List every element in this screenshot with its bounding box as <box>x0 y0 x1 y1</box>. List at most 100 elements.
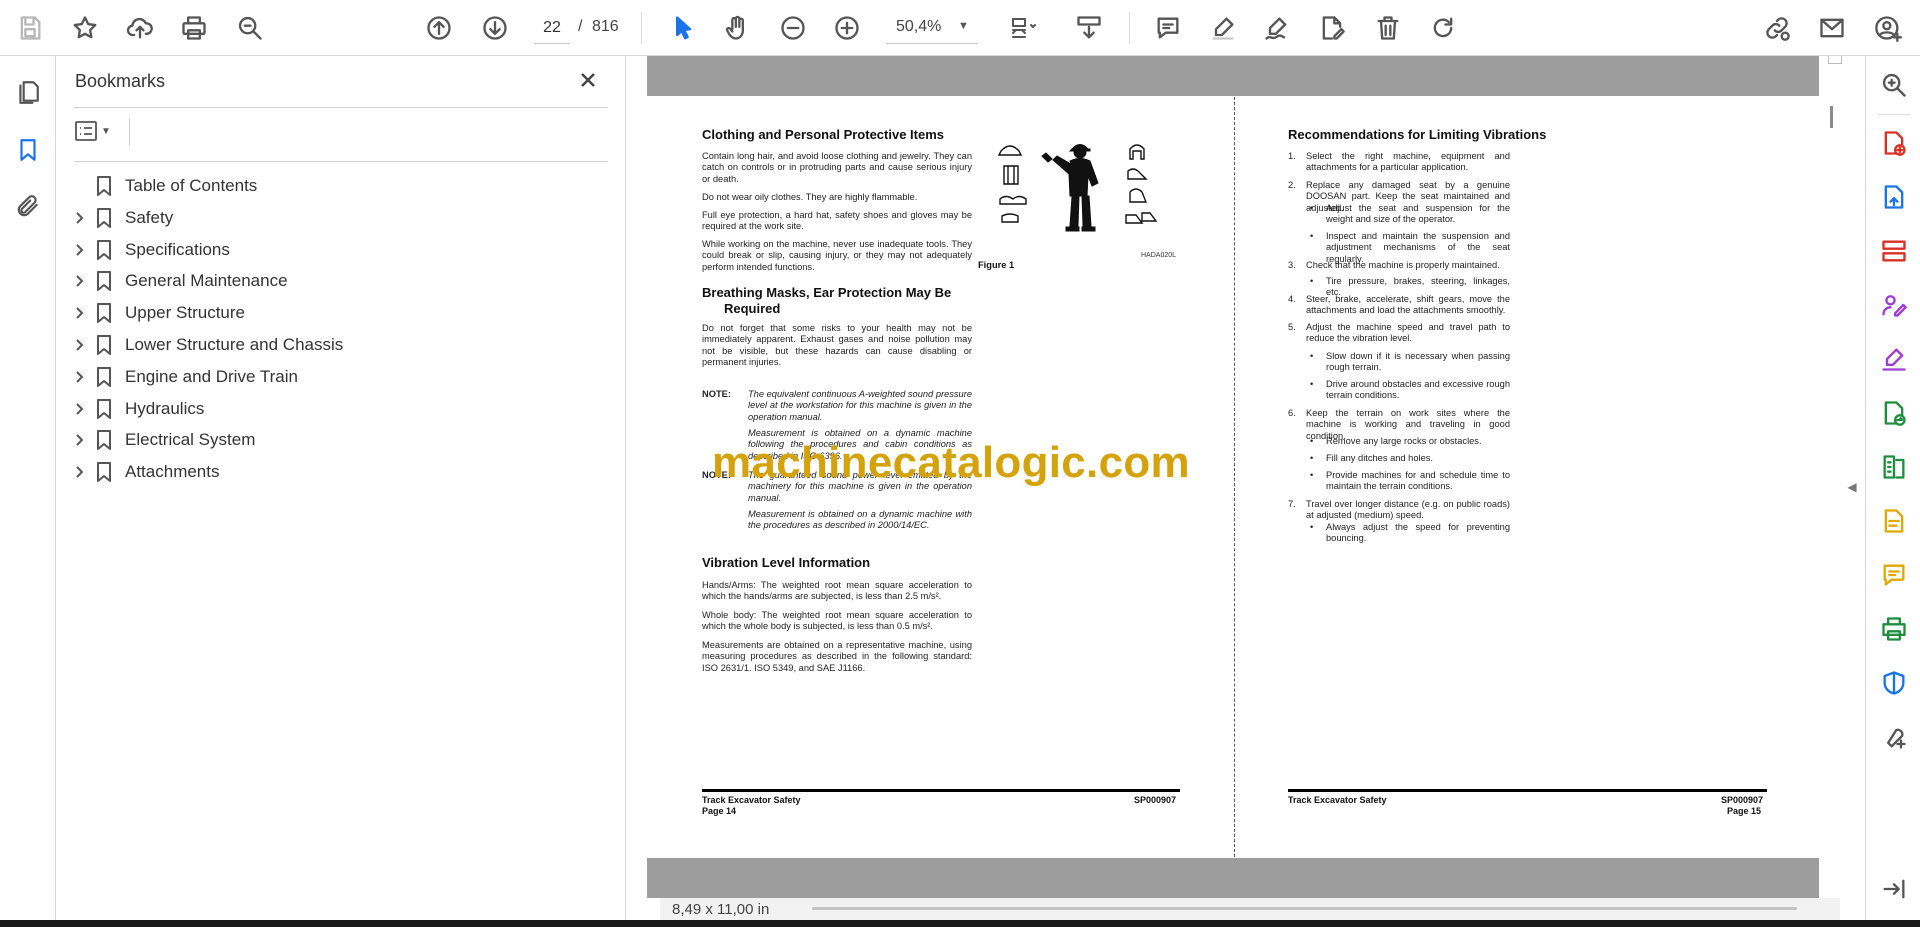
compare-files-icon[interactable] <box>1877 450 1911 484</box>
paragraph: While working on the machine, never use … <box>702 239 972 272</box>
email-icon[interactable] <box>1814 10 1850 46</box>
comment-icon[interactable] <box>1150 10 1186 46</box>
select-cursor-icon[interactable] <box>665 10 701 46</box>
zoom-magnifier-icon[interactable] <box>1877 68 1911 102</box>
share-link-icon[interactable] <box>1759 10 1795 46</box>
chevron-right-icon[interactable] <box>72 370 88 386</box>
bookmark-icon <box>96 270 112 292</box>
chevron-right-icon[interactable] <box>72 211 88 227</box>
left-navigation-rail <box>0 56 56 920</box>
chevron-right-icon[interactable] <box>72 402 88 418</box>
bookmark-item[interactable]: Hydraulics <box>56 392 616 428</box>
close-icon[interactable] <box>574 66 602 94</box>
list-item: Steer, brake, accelerate, shift gears, m… <box>1306 294 1510 316</box>
upload-icon[interactable] <box>122 10 158 46</box>
vertical-scrollbar[interactable] <box>1828 56 1842 898</box>
bookmark-item[interactable]: Lower Structure and Chassis <box>56 328 616 364</box>
zoom-dropdown[interactable]: 50,4% ▼ <box>886 12 978 44</box>
page-thumbnails-icon[interactable] <box>10 74 46 110</box>
chevron-right-icon[interactable] <box>72 243 88 259</box>
list-bullet: • <box>1310 351 1314 361</box>
list-number: 6. <box>1288 408 1296 418</box>
expand-panel-icon[interactable] <box>1877 872 1911 906</box>
section-heading-continued: Required <box>724 301 781 316</box>
bookmark-item[interactable]: Table of Contents <box>56 169 616 205</box>
zoom-search-icon[interactable] <box>232 10 268 46</box>
list-item: Remove any large rocks or obstacles. <box>1326 436 1482 446</box>
comment-tool-icon[interactable] <box>1877 558 1911 592</box>
bookmarks-title: Bookmarks <box>75 71 166 91</box>
rotate-icon[interactable] <box>1425 10 1461 46</box>
bookmark-label: Safety <box>125 207 174 227</box>
bookmark-item[interactable]: General Maintenance <box>56 264 616 300</box>
attachments-icon[interactable] <box>10 188 46 224</box>
bookmark-item[interactable]: Electrical System <box>56 423 616 459</box>
bookmark-icon <box>96 334 112 356</box>
bookmark-item[interactable]: Attachments <box>56 455 616 491</box>
page-up-icon[interactable] <box>421 10 457 46</box>
main-toolbar: / 816 50,4% ▼ <box>0 0 1920 56</box>
protect-icon[interactable] <box>1877 666 1911 700</box>
bookmarks-panel: Bookmarks ▼ Table of Contents Safety Speci… <box>56 56 626 920</box>
sign-icon[interactable] <box>1259 10 1295 46</box>
organize-pages-icon[interactable] <box>1877 234 1911 268</box>
page-down-icon[interactable] <box>477 10 513 46</box>
bookmark-item[interactable]: Upper Structure <box>56 296 616 332</box>
list-number: 3. <box>1288 260 1296 270</box>
edit-pdf-icon[interactable] <box>1314 10 1350 46</box>
page-number-input[interactable] <box>534 12 570 44</box>
chevron-right-icon[interactable] <box>72 338 88 354</box>
scroll-mode-icon[interactable] <box>1069 10 1109 46</box>
list-item: Travel over longer distance (e.g. on pub… <box>1306 499 1510 521</box>
list-number: 4. <box>1288 294 1296 304</box>
save-icon[interactable] <box>12 10 48 46</box>
export-pdf-icon[interactable] <box>1877 180 1911 214</box>
print-icon[interactable] <box>176 10 212 46</box>
section-heading: Recommendations for Limiting Vibrations <box>1288 127 1547 142</box>
footer-title: Track Excavator Safety <box>1288 795 1387 805</box>
account-icon[interactable] <box>1870 10 1906 46</box>
chevron-down-icon: ▼ <box>958 20 969 32</box>
create-pdf-icon[interactable] <box>1877 126 1911 160</box>
bookmark-item[interactable]: Specifications <box>56 233 616 269</box>
bookmark-label: Table of Contents <box>125 176 258 195</box>
scan-ocr-icon[interactable] <box>1877 504 1911 538</box>
fill-sign-icon[interactable] <box>1877 342 1911 376</box>
delete-icon[interactable] <box>1370 10 1406 46</box>
list-item: Slow down if it is necessary when passin… <box>1326 351 1510 373</box>
chevron-right-icon[interactable] <box>72 433 88 449</box>
note-label: NOTE: <box>702 389 731 399</box>
more-tools-icon[interactable] <box>1877 720 1911 754</box>
bookmarks-panel-icon[interactable] <box>10 132 46 168</box>
bookmark-icon <box>96 239 112 261</box>
horizontal-scrollbar[interactable] <box>812 907 1797 910</box>
highlight-icon[interactable] <box>1205 10 1241 46</box>
print-production-icon[interactable] <box>1877 612 1911 646</box>
zoom-out-icon[interactable] <box>775 10 811 46</box>
bookmark-icon <box>96 175 112 197</box>
note-text: Measurement is obtained on a dynamic mac… <box>748 509 972 531</box>
collapse-right-panel-icon[interactable]: ◀ <box>1845 477 1859 497</box>
bookmark-options-button[interactable]: ▼ <box>74 117 120 145</box>
bookmark-star-icon[interactable] <box>67 10 103 46</box>
tools-rail <box>1865 56 1920 920</box>
zoom-in-icon[interactable] <box>829 10 865 46</box>
list-item: Drive around obstacles and excessive rou… <box>1326 379 1510 401</box>
chevron-right-icon[interactable] <box>72 274 88 290</box>
request-signature-icon[interactable] <box>1877 288 1911 322</box>
send-for-review-icon[interactable] <box>1877 396 1911 430</box>
list-number: 5. <box>1288 322 1296 332</box>
section-heading: Breathing Masks, Ear Protection May Be <box>702 285 952 300</box>
footer-title: Track Excavator Safety <box>702 795 801 805</box>
fit-page-icon[interactable] <box>1000 10 1046 46</box>
list-bullet: • <box>1310 231 1314 241</box>
list-bullet: • <box>1310 453 1314 463</box>
chevron-right-icon[interactable] <box>72 465 88 481</box>
paragraph: Hands/Arms: The weighted root mean squar… <box>702 580 972 602</box>
chevron-right-icon[interactable] <box>72 306 88 322</box>
hand-icon[interactable] <box>719 10 755 46</box>
bookmark-item[interactable]: Engine and Drive Train <box>56 360 616 396</box>
footer-code: SP000907 <box>1134 795 1177 805</box>
bookmark-item[interactable]: Safety <box>56 201 616 237</box>
list-item: Fill any ditches and holes. <box>1326 453 1433 463</box>
